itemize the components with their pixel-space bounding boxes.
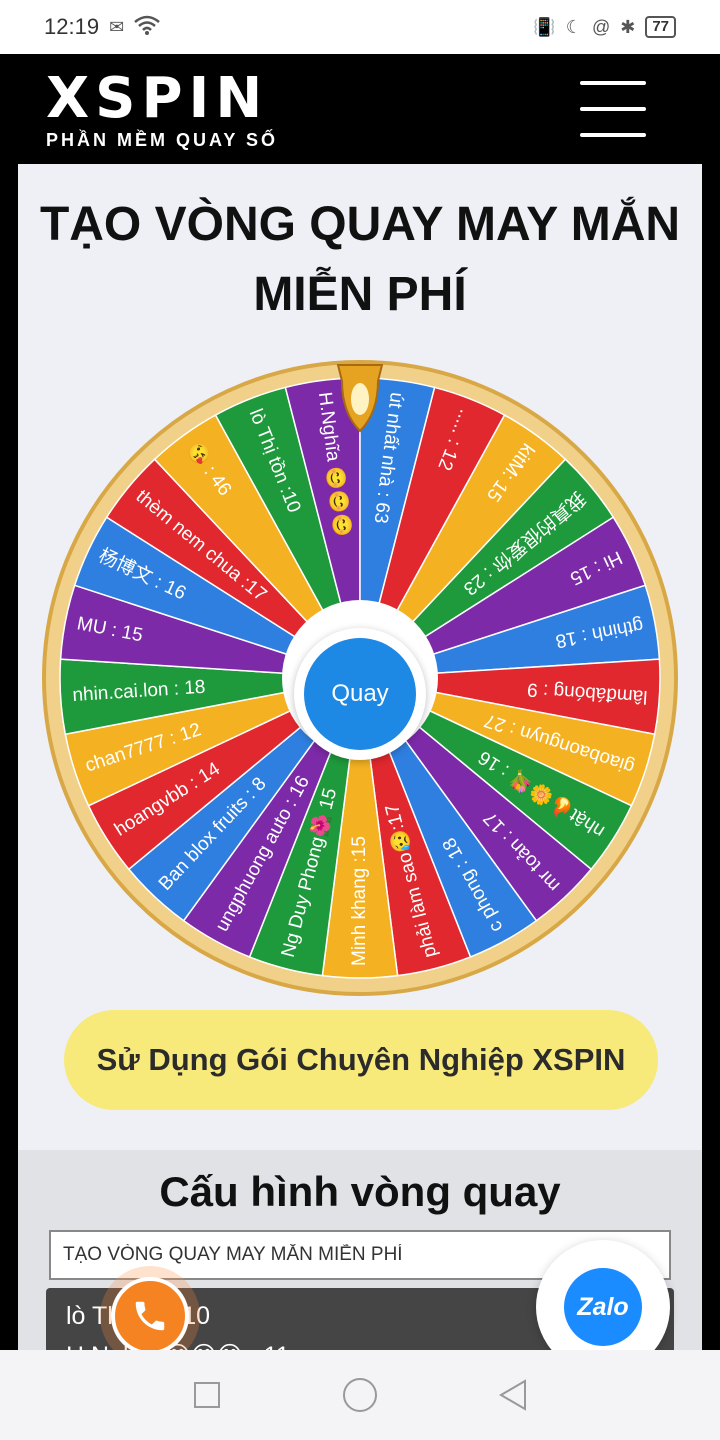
hamburger-menu-icon[interactable] bbox=[580, 81, 646, 137]
wheel-pointer-icon bbox=[334, 363, 386, 433]
config-title: Cấu hình vòng quay bbox=[159, 1168, 561, 1215]
battery-indicator: 77 bbox=[645, 16, 676, 38]
bluetooth-icon: ✱ bbox=[620, 16, 636, 37]
site-header: XSPIN PHẦN MỀM QUAY SỐ bbox=[18, 54, 702, 164]
phone-icon bbox=[111, 1277, 189, 1350]
logo-tagline: PHẦN MỀM QUAY SỐ bbox=[46, 130, 279, 150]
web-page: XSPIN PHẦN MỀM QUAY SỐ TẠO VÒNG QUAY MAY… bbox=[18, 54, 702, 1350]
spin-button[interactable]: Quay bbox=[294, 628, 426, 760]
page-title: TẠO VÒNG QUAY MAY MẮN MIỄN PHÍ bbox=[39, 198, 681, 321]
wheel-segment-label: Minh khang :15 bbox=[349, 836, 370, 966]
home-button[interactable] bbox=[338, 1373, 382, 1417]
status-time: 12:19 bbox=[44, 14, 100, 39]
spin-button-label: Quay bbox=[304, 638, 416, 750]
status-bar: 12:19 ✉ 📳 ☾ @ ✱ 77 bbox=[0, 0, 720, 54]
notification-icon: ✉ bbox=[109, 16, 125, 37]
recent-apps-button[interactable] bbox=[185, 1373, 229, 1417]
vibrate-icon: 📳 bbox=[533, 16, 556, 37]
xspin-logo[interactable]: XSPIN PHẦN MỀM QUAY SỐ bbox=[46, 66, 279, 151]
status-right: 📳 ☾ @ ✱ 77 bbox=[533, 16, 676, 38]
status-left: 12:19 ✉ bbox=[44, 14, 160, 40]
pro-package-button[interactable]: Sử Dụng Gói Chuyên Nghiệp XSPIN bbox=[64, 1010, 658, 1110]
back-button[interactable] bbox=[491, 1373, 535, 1417]
android-nav-bar bbox=[0, 1350, 720, 1440]
logo-main-text: XSPIN bbox=[46, 66, 269, 131]
wifi-icon bbox=[134, 15, 160, 40]
zalo-icon: Zalo bbox=[564, 1268, 642, 1346]
at-icon: @ bbox=[591, 16, 611, 37]
moon-icon: ☾ bbox=[565, 16, 582, 37]
